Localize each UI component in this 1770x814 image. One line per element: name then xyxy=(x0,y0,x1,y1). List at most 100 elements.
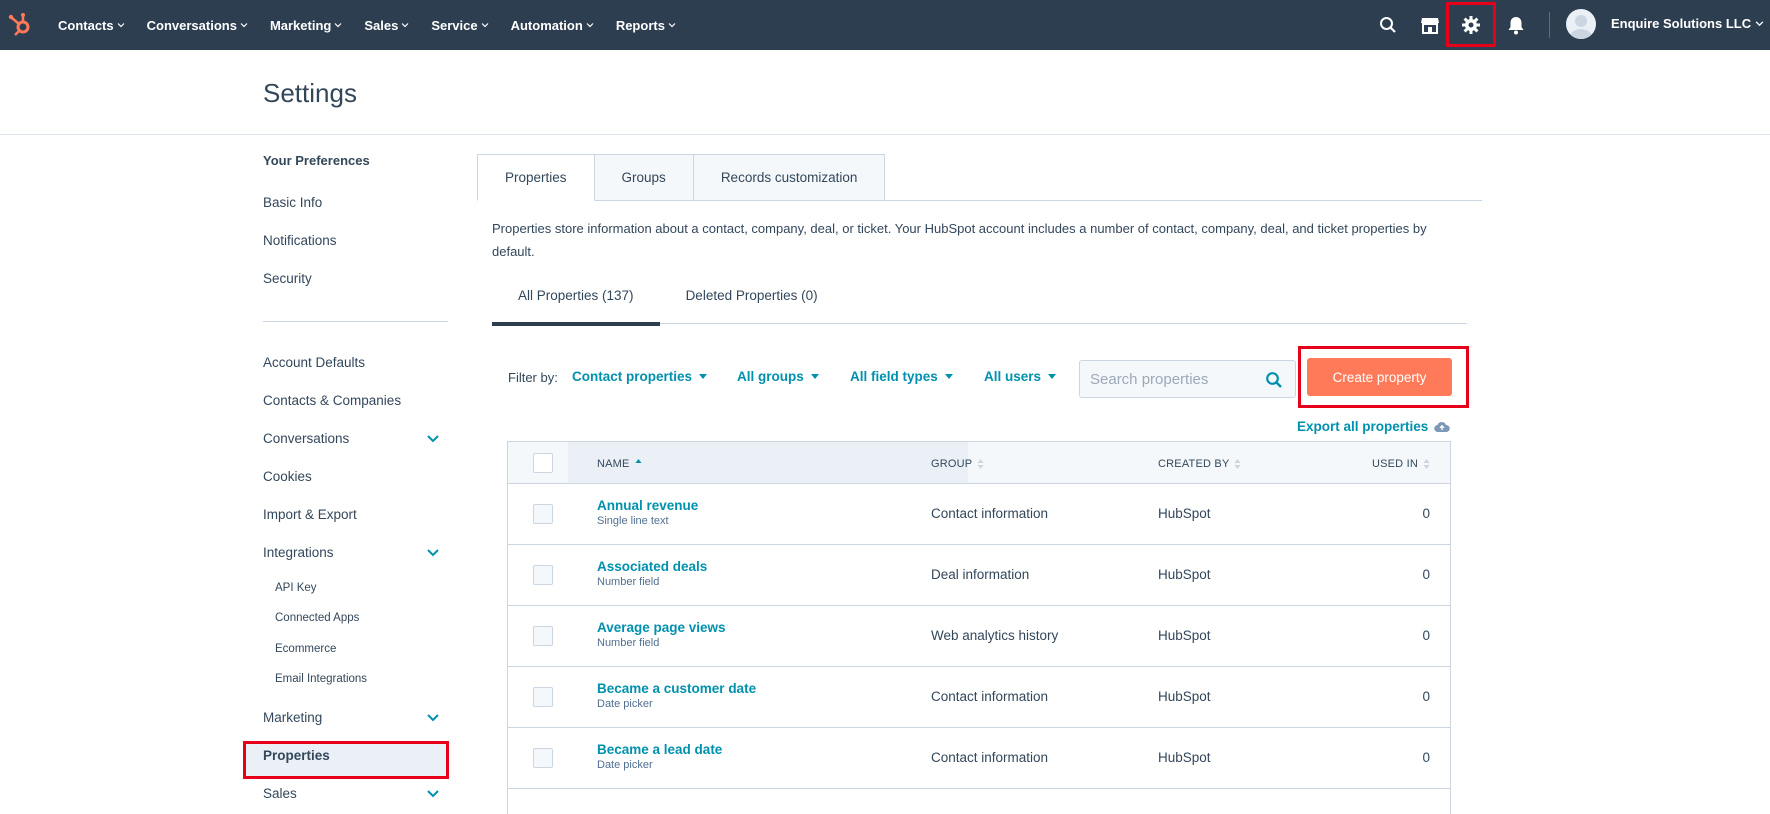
property-used-in[interactable]: 0 xyxy=(1422,689,1430,704)
sidebar-item-label: Marketing xyxy=(263,710,323,725)
chevron-down-icon[interactable] xyxy=(426,548,440,558)
nav-service[interactable]: Service xyxy=(431,17,489,33)
property-created-by: HubSpot xyxy=(1158,628,1211,643)
sidebar-subitem-connected-apps[interactable]: Connected Apps xyxy=(275,612,359,624)
subtab-deleted-properties[interactable]: Deleted Properties (0) xyxy=(660,288,844,326)
nav-automation[interactable]: Automation xyxy=(511,18,594,33)
sidebar-heading-preferences: Your Preferences xyxy=(263,153,370,168)
sort-icon xyxy=(977,459,984,469)
nav-contacts[interactable]: Contacts xyxy=(58,18,125,33)
hubspot-logo-icon[interactable] xyxy=(6,11,34,39)
sidebar-item-notifications[interactable]: Notifications xyxy=(263,233,448,248)
nav-sales[interactable]: Sales xyxy=(364,18,409,33)
filter-groups-dropdown[interactable]: All groups xyxy=(737,369,819,384)
sidebar-item-cookies[interactable]: Cookies xyxy=(263,469,448,484)
column-header-created-by[interactable]: CREATED BY xyxy=(1158,458,1241,470)
column-header-group[interactable]: GROUP xyxy=(931,458,984,470)
row-checkbox[interactable] xyxy=(533,748,553,768)
chevron-down-icon[interactable] xyxy=(426,434,440,444)
search-icon[interactable] xyxy=(1265,371,1283,389)
row-checkbox[interactable] xyxy=(533,565,553,585)
account-menu[interactable]: Enquire Solutions LLC xyxy=(1611,16,1764,31)
property-name-link[interactable]: Annual revenue xyxy=(597,498,698,513)
tab-groups[interactable]: Groups xyxy=(594,154,694,201)
row-checkbox[interactable] xyxy=(533,504,553,524)
create-property-button[interactable]: Create property xyxy=(1307,358,1452,396)
nav-item-label: Service xyxy=(431,17,478,33)
properties-table: NAME GROUP CREATED BY USED IN Annual rev… xyxy=(507,441,1451,814)
sidebar-item-import-export[interactable]: Import & Export xyxy=(263,507,448,522)
export-link-label: Export all properties xyxy=(1297,419,1429,434)
column-header-label: NAME xyxy=(597,458,630,470)
column-header-name[interactable]: NAME xyxy=(597,458,642,470)
property-name-link[interactable]: Became a lead date xyxy=(597,742,722,757)
property-field-type: Number field xyxy=(597,576,660,588)
sidebar-subitem-ecommerce[interactable]: Ecommerce xyxy=(275,643,336,655)
nav-conversations[interactable]: Conversations xyxy=(147,18,248,33)
sidebar-item-account-defaults[interactable]: Account Defaults xyxy=(263,355,448,370)
nav-reports[interactable]: Reports xyxy=(616,18,676,33)
avatar[interactable] xyxy=(1566,9,1596,39)
property-field-type: Single line text xyxy=(597,515,669,527)
tab-properties[interactable]: Properties xyxy=(477,154,595,201)
property-used-in[interactable]: 0 xyxy=(1422,567,1430,582)
property-group: Web analytics history xyxy=(931,628,1059,643)
property-name-link[interactable]: Average page views xyxy=(597,620,726,635)
filter-users-dropdown[interactable]: All users xyxy=(984,369,1057,384)
search-icon[interactable] xyxy=(1376,13,1400,37)
settings-sidebar: Your Preferences Basic Info Notification… xyxy=(243,135,449,814)
property-name-link[interactable]: Became a customer date xyxy=(597,681,756,696)
sidebar-subitem-api-key[interactable]: API Key xyxy=(275,582,317,594)
nav-item-label: Marketing xyxy=(269,17,332,33)
filter-object-value: Contact properties xyxy=(572,369,693,384)
sidebar-subitem-email-integrations[interactable]: Email Integrations xyxy=(275,673,367,685)
caret-down-icon xyxy=(1048,374,1057,379)
notifications-bell-icon[interactable] xyxy=(1504,13,1528,37)
sidebar-item-label: Sales xyxy=(263,786,297,801)
property-used-in[interactable]: 0 xyxy=(1422,506,1430,521)
tab-records-customization[interactable]: Records customization xyxy=(693,154,886,201)
chevron-down-icon xyxy=(401,23,409,28)
filter-object-dropdown[interactable]: Contact properties xyxy=(572,369,708,384)
export-all-properties-link[interactable]: Export all properties xyxy=(1297,419,1451,434)
property-group: Contact information xyxy=(931,750,1049,765)
chevron-down-icon[interactable] xyxy=(426,713,440,723)
sidebar-item-marketing[interactable]: Marketing xyxy=(263,710,448,725)
column-header-label: CREATED BY xyxy=(1158,458,1230,470)
nav-marketing[interactable]: Marketing xyxy=(270,18,342,33)
search-properties-box xyxy=(1079,360,1296,398)
sidebar-item-integrations[interactable]: Integrations xyxy=(263,545,448,560)
table-row: Associated deals Number field Deal informa… xyxy=(508,545,1450,606)
sidebar-item-properties[interactable]: Properties xyxy=(263,748,448,763)
chevron-down-icon xyxy=(1755,21,1764,27)
row-checkbox[interactable] xyxy=(533,626,553,646)
property-name-link[interactable]: Associated deals xyxy=(597,559,707,574)
table-row: Average page views Number field Web analyt… xyxy=(508,606,1450,667)
table-row: Annual revenue Single line text Contact in… xyxy=(508,484,1450,545)
filter-by-label: Filter by: xyxy=(508,370,558,385)
sort-icon xyxy=(1423,459,1430,469)
page-title: Settings xyxy=(263,78,357,108)
column-header-used-in[interactable]: USED IN xyxy=(1372,458,1430,470)
filter-groups-value: All groups xyxy=(737,369,804,384)
property-created-by: HubSpot xyxy=(1158,750,1211,765)
nav-item-label: Contacts xyxy=(58,17,114,33)
row-checkbox[interactable] xyxy=(533,687,553,707)
sidebar-item-security[interactable]: Security xyxy=(263,271,448,286)
sidebar-item-conversations[interactable]: Conversations xyxy=(263,431,448,446)
property-used-in[interactable]: 0 xyxy=(1422,750,1430,765)
filter-field-types-dropdown[interactable]: All field types xyxy=(850,369,953,384)
properties-subtabs: All Properties (137) Deleted Properties … xyxy=(492,288,844,326)
chevron-down-icon[interactable] xyxy=(426,789,440,799)
subtab-all-properties[interactable]: All Properties (137) xyxy=(492,288,660,326)
sort-icon xyxy=(1234,459,1241,469)
gear-highlight-box xyxy=(1446,2,1496,47)
sidebar-item-basic-info[interactable]: Basic Info xyxy=(263,195,448,210)
table-row: Became a customer date Date picker Contact… xyxy=(508,667,1450,728)
search-input[interactable] xyxy=(1090,369,1260,389)
sidebar-item-contacts-companies[interactable]: Contacts & Companies xyxy=(263,393,448,408)
marketplace-icon[interactable] xyxy=(1418,13,1442,37)
select-all-checkbox[interactable] xyxy=(533,453,553,473)
sidebar-item-sales[interactable]: Sales xyxy=(263,786,448,801)
property-used-in[interactable]: 0 xyxy=(1422,628,1430,643)
